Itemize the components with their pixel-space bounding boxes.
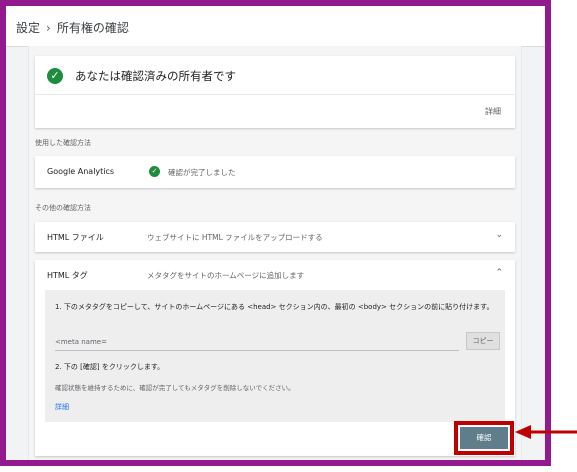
page-title: 所有権の確認 [56, 21, 129, 35]
method-row-html-tag: HTML タグ メタタグをサイトのホームページに追加します ⌃ 1. 下のメタタ… [35, 260, 515, 456]
method-description: メタタグをサイトのホームページに追加します [147, 271, 305, 280]
details-link[interactable]: 詳細 [485, 106, 501, 117]
used-method-label: 使用した確認方法 [35, 139, 91, 147]
breadcrumb-parent[interactable]: 設定 [16, 21, 40, 35]
method-name: HTML ファイル [47, 233, 104, 242]
verified-title: あなたは確認済みの所有者です [75, 69, 236, 83]
instruction-step-2: 2. 下の [確認] をクリックします。 [55, 363, 165, 371]
header: 設定 › 所有権の確認 [6, 6, 545, 47]
confirm-button[interactable]: 確認 [460, 427, 508, 449]
instruction-step-1: 1. 下のメタタグをコピーして、サイトのホームページにある <head> セクシ… [55, 303, 494, 311]
copy-button[interactable]: コピー [466, 332, 500, 350]
meta-tag-field[interactable]: <meta name= [55, 334, 459, 351]
used-method-card: Google Analytics ✓ 確認が完了しました [35, 156, 515, 188]
check-circle-icon: ✓ [47, 68, 63, 84]
method-name[interactable]: HTML タグ [47, 270, 88, 281]
keep-tag-note: 確認状態を維持するために、確認が完了してもメタタグを削除しないでください。 [55, 384, 295, 392]
method-description: ウェブサイトに HTML ファイルをアップロードする [147, 233, 323, 242]
breadcrumb: 設定 › 所有権の確認 [16, 19, 129, 36]
details-link[interactable]: 詳細 [55, 402, 69, 412]
arrow-left-icon [515, 425, 577, 439]
html-tag-instructions: 1. 下のメタタグをコピーして、サイトのホームページにある <head> セクシ… [45, 290, 505, 422]
verified-owner-card: ✓ あなたは確認済みの所有者です 詳細 [35, 56, 515, 128]
app-frame: 設定 › 所有権の確認 ✓ あなたは確認済みの所有者です 詳細 使用した確認方法 G… [0, 0, 551, 466]
check-circle-icon: ✓ [149, 166, 160, 177]
method-row-html-file[interactable]: HTML ファイル ウェブサイトに HTML ファイルをアップロードする ⌄ [35, 222, 515, 252]
main-content: ✓ あなたは確認済みの所有者です 詳細 使用した確認方法 Google Anal… [28, 46, 522, 460]
breadcrumb-separator: › [46, 21, 51, 35]
verification-status: 確認が完了しました [168, 168, 236, 177]
method-name: Google Analytics [47, 167, 115, 176]
chevron-up-icon[interactable]: ⌃ [495, 268, 503, 278]
other-methods-label: その他の確認方法 [35, 204, 91, 212]
chevron-down-icon[interactable]: ⌄ [495, 230, 503, 240]
divider [35, 94, 515, 95]
